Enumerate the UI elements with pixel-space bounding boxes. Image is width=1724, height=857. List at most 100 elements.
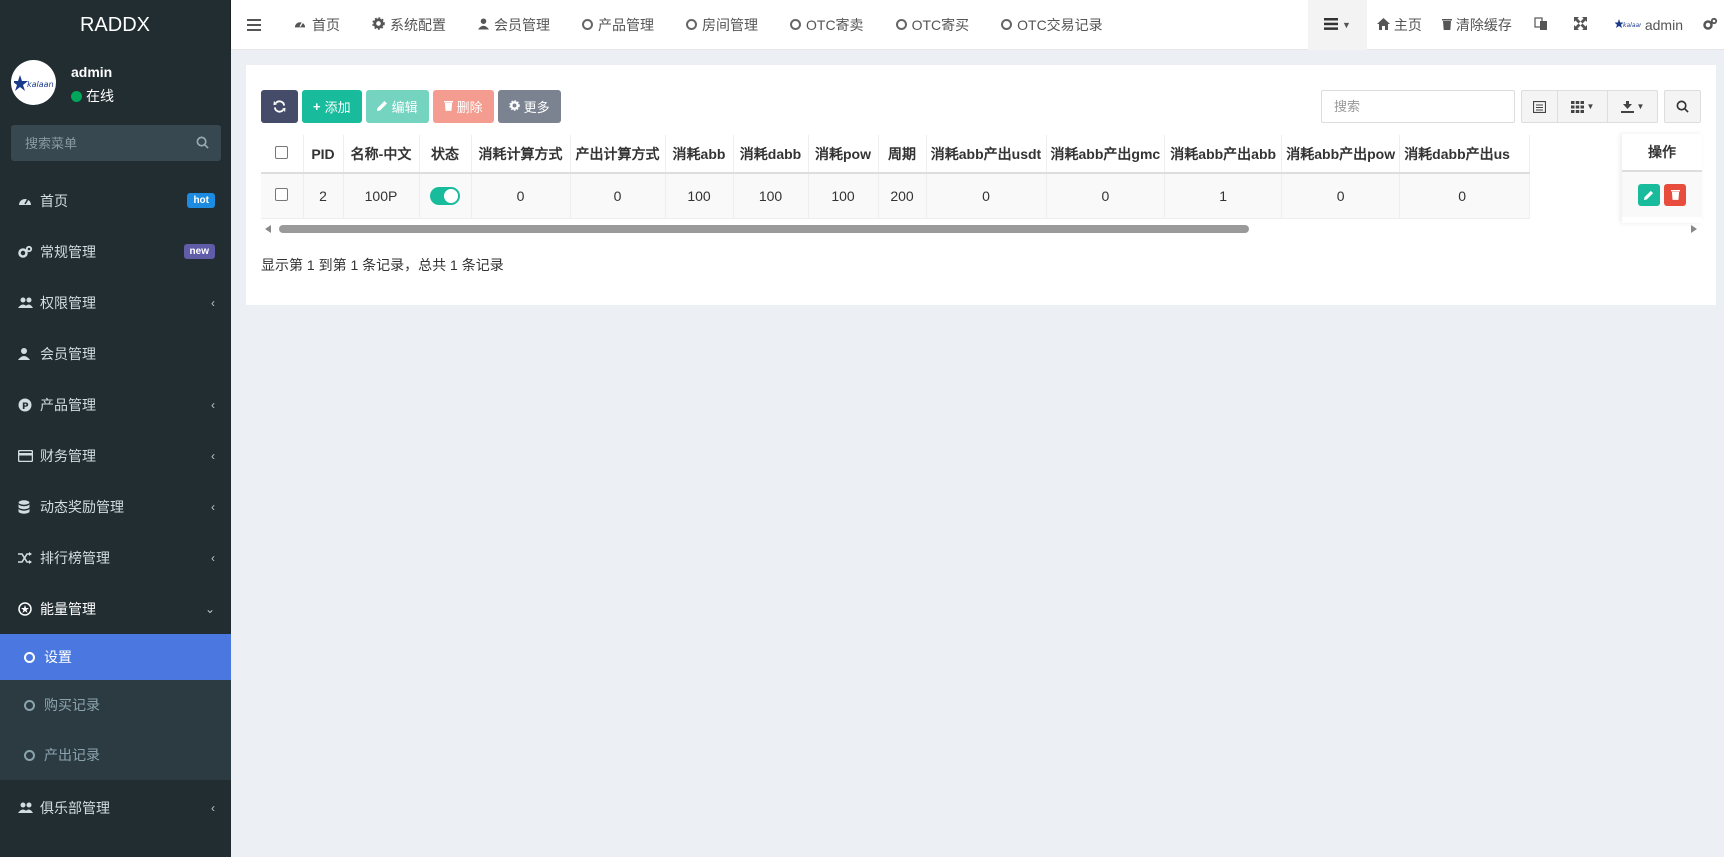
sidebar-subitem-settings[interactable]: 设置 [0,634,231,680]
data-table: PID 名称-中文 状态 消耗计算方式 产出计算方式 消耗abb 消耗dabb … [261,135,1531,219]
horizontal-scrollbar[interactable] [261,222,1701,236]
tab-products[interactable]: 产品管理 [566,0,670,50]
table-row[interactable]: 2 100P 0 0 100 100 100 200 0 0 1 0 0 [261,173,1531,219]
edit-button[interactable]: 编辑 [365,90,429,123]
column-header[interactable]: 消耗abb产出usdt [926,135,1047,174]
tab-label: 产品管理 [598,16,654,33]
tabs-dropdown-button[interactable]: ▼ [1307,0,1367,50]
more-button[interactable]: 更多 [497,90,561,123]
scroll-left-arrow-icon[interactable] [265,225,271,233]
sidebar-item-label: 首页 [40,192,68,209]
column-header[interactable]: PID [303,135,344,174]
column-header[interactable]: 产出计算方式 [570,135,666,174]
card-view-icon [1533,100,1546,113]
sidebar-toggle-button[interactable] [231,0,277,50]
home-label: 主页 [1393,17,1422,33]
advanced-search-button[interactable] [1664,90,1701,123]
user-icon [18,347,40,360]
home-icon [1376,17,1390,33]
add-button[interactable]: + 添加 [302,90,362,123]
circle-icon [24,699,35,711]
fullscreen-button[interactable] [1560,0,1601,50]
column-header[interactable]: 消耗计算方式 [471,135,571,174]
search-icon[interactable] [196,136,209,152]
refresh-button[interactable] [261,90,298,123]
table-cell: 100 [808,173,879,219]
row-checkbox[interactable] [275,187,289,201]
clear-cache-button[interactable]: 清除缓存 [1432,0,1522,50]
chevron-left-icon: ‹ [211,550,215,565]
tab-otc-records[interactable]: OTC交易记录 [985,0,1119,50]
chevron-left-icon: ‹ [211,397,215,412]
columns-icon [1570,100,1584,113]
brand-logo[interactable]: RADDX [0,0,231,50]
export-dropdown-button[interactable]: ▼ [1608,90,1658,123]
sidebar-subitem-output-records[interactable]: 产出记录 [0,730,231,780]
sidebar-item-home[interactable]: 首页 hot [0,175,231,226]
sidebar-item-products[interactable]: P 产品管理 ‹ [0,379,231,430]
fixed-operation-column: 操作 [1622,134,1702,223]
sidebar-item-general[interactable]: 常规管理 new [0,226,231,277]
tab-home[interactable]: 首页 [277,0,356,50]
sidebar-search-input[interactable] [11,125,221,161]
pencil-icon [376,99,388,114]
table-cell: 0 [1399,173,1531,219]
trash-icon [1670,190,1680,200]
hamburger-icon [247,18,261,31]
column-header[interactable]: 消耗abb产出abb [1164,135,1283,174]
tab-otc-buy[interactable]: OTC寄买 [880,0,986,50]
content-panel: + 添加 编辑 删除 更多 ▼ ▼ [246,65,1716,305]
view-toggle-group: ▼ ▼ [1521,90,1658,123]
tab-label: OTC寄卖 [806,16,864,33]
select-all-checkbox[interactable] [275,145,289,159]
column-header[interactable]: 状态 [419,135,472,174]
svg-text:kalaan: kalaan [27,80,54,89]
chevron-down-icon: ⌄ [204,601,215,616]
more-button-label: 更多 [523,100,550,115]
sidebar-item-energy[interactable]: 能量管理 ⌄ [0,583,231,634]
export-icon [1620,100,1634,113]
status-toggle[interactable] [430,186,460,205]
settings-button[interactable] [1697,0,1724,50]
table-search-input[interactable] [1321,90,1515,123]
column-header[interactable]: 周期 [878,135,927,174]
pagination-info: 显示第 1 到第 1 条记录，总共 1 条记录 [261,257,504,273]
column-header[interactable]: 消耗dabb产出us [1399,135,1531,174]
sidebar-item-ranking[interactable]: 排行榜管理 ‹ [0,532,231,583]
column-header[interactable]: 名称-中文 [343,135,420,174]
home-link[interactable]: 主页 [1367,0,1432,50]
columns-dropdown-button[interactable]: ▼ [1558,90,1608,123]
row-edit-button[interactable] [1638,183,1660,206]
column-header[interactable]: 消耗pow [808,135,879,174]
sidebar-subitem-purchase-records[interactable]: 购买记录 [0,680,231,730]
user-menu-label: admin [1644,17,1683,33]
card-icon [18,449,40,462]
column-header[interactable]: 消耗abb产出gmc [1046,135,1166,174]
toggle-view-button[interactable] [1521,90,1558,123]
column-header[interactable]: 消耗dabb [733,135,809,174]
sidebar-item-label: 排行榜管理 [40,549,110,566]
tab-system-config[interactable]: 系统配置 [356,0,462,50]
tab-rooms[interactable]: 房间管理 [670,0,774,50]
tab-otc-sell[interactable]: OTC寄卖 [774,0,880,50]
gear-icon [508,99,520,114]
row-delete-button[interactable] [1664,183,1686,206]
column-header[interactable]: 消耗abb [665,135,734,174]
avatar: kalaan [1614,17,1643,34]
sidebar-item-club[interactable]: 俱乐部管理 ‹ [0,780,231,835]
user-menu[interactable]: kalaan admin [1601,0,1697,50]
circle-icon [24,651,35,663]
svg-text:kalaan: kalaan [1623,22,1641,29]
column-header[interactable]: 消耗abb产出pow [1281,135,1401,174]
tab-members[interactable]: 会员管理 [462,0,566,50]
delete-button[interactable]: 删除 [432,90,494,123]
sidebar-item-permissions[interactable]: 权限管理 ‹ [0,277,231,328]
sidebar-item-rewards[interactable]: 动态奖励管理 ‹ [0,481,231,532]
sidebar-item-finance[interactable]: 财务管理 ‹ [0,430,231,481]
scrollbar-thumb[interactable] [279,225,1249,233]
clear-cache-label: 清除缓存 [1455,17,1512,33]
sidebar-item-members[interactable]: 会员管理 [0,328,231,379]
scroll-right-arrow-icon[interactable] [1691,225,1697,233]
language-button[interactable] [1522,0,1560,50]
caret-down-icon: ▼ [1586,102,1595,111]
